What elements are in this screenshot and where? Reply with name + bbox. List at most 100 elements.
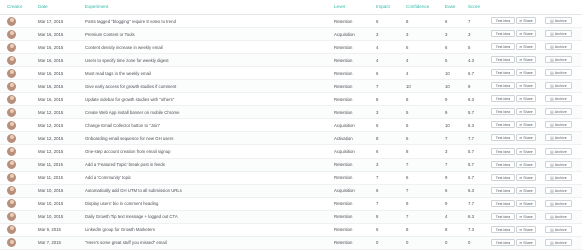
experiment-cell[interactable]: Users to specify time zone for weekly di… — [85, 58, 169, 63]
test-idea-button[interactable]: Test idea — [491, 238, 515, 246]
share-button[interactable]: ➦Share — [516, 238, 536, 246]
table-row[interactable]: Mar 17, 2015 Posts tagged "blogging" requ… — [0, 15, 582, 28]
experiment-cell[interactable]: One-step account creation from email sig… — [85, 149, 171, 154]
archive-button[interactable]: ▤Archive — [545, 56, 572, 64]
share-button[interactable]: ➦Share — [516, 199, 536, 207]
experiment-cell[interactable]: Posts tagged "blogging" require 8 votes … — [85, 19, 176, 24]
table-row[interactable]: Mar 16, 2015 Premium Content or Tools Acqu… — [0, 28, 582, 42]
table-row[interactable]: Mar 12, 2015 One-step account creation fr… — [0, 146, 582, 159]
column-header-lever[interactable]: Lever — [334, 4, 346, 10]
table-row[interactable]: Mar 12, 2015 Create Web App install banne… — [0, 106, 582, 120]
test-idea-button[interactable]: Test idea — [491, 186, 515, 194]
table-row[interactable]: Mar 16, 2015 Users to specify time zone f… — [0, 54, 582, 68]
creator-avatar[interactable] — [7, 186, 16, 196]
share-button[interactable]: ➦Share — [516, 17, 536, 24]
share-button[interactable]: ➦Share — [516, 82, 536, 90]
share-button[interactable]: ➦Share — [516, 95, 536, 103]
share-button[interactable]: ➦Share — [516, 173, 536, 181]
test-idea-button[interactable]: Test idea — [491, 173, 515, 181]
archive-button[interactable]: ▤Archive — [545, 17, 572, 24]
share-button[interactable]: ➦Share — [516, 186, 536, 194]
creator-avatar[interactable] — [7, 42, 16, 52]
table-row[interactable]: Mar 11, 2015 Add a 'Community' topic Reten… — [0, 172, 582, 185]
table-row[interactable]: Mar 12, 2015 Change Email Collector butto… — [0, 119, 582, 133]
table-row[interactable]: Mar 10, 2015 Automatically add GH UTM to … — [0, 184, 582, 198]
column-header-confidence[interactable]: Confidence — [406, 4, 429, 10]
experiment-cell[interactable]: Give early access for growth studies if … — [85, 84, 176, 89]
column-header-creator[interactable]: Creator — [7, 4, 22, 10]
test-idea-button[interactable]: Test idea — [491, 82, 515, 90]
experiment-cell[interactable]: Daily Growth Tip text message + logged o… — [85, 214, 178, 219]
experiment-cell[interactable]: Must read tags in the weekly email — [85, 71, 151, 76]
experiment-cell[interactable]: Change Email Collector button to "Join" — [85, 123, 160, 128]
experiment-cell[interactable]: Add a 'Featured Topic' break post in fee… — [85, 162, 165, 167]
experiment-cell[interactable]: Premium Content or Tools — [85, 32, 135, 37]
share-button[interactable]: ➦Share — [516, 56, 536, 64]
test-idea-button[interactable]: Test idea — [491, 121, 515, 129]
column-header-experiment[interactable]: Experiment — [85, 4, 108, 10]
creator-avatar[interactable] — [7, 238, 16, 248]
table-row[interactable]: Mar 7, 2015 "Here's some great stuff you … — [0, 236, 582, 250]
archive-button[interactable]: ▤Archive — [545, 186, 572, 194]
archive-button[interactable]: ▤Archive — [545, 69, 572, 77]
archive-button[interactable]: ▤Archive — [545, 82, 572, 90]
table-row[interactable]: Mar 16, 2015 Give early access for growth… — [0, 80, 582, 94]
archive-button[interactable]: ▤Archive — [545, 30, 572, 38]
archive-button[interactable]: ▤Archive — [545, 134, 572, 142]
test-idea-button[interactable]: Test idea — [491, 108, 515, 116]
test-idea-button[interactable]: Test idea — [491, 30, 515, 38]
creator-avatar[interactable] — [7, 212, 16, 222]
archive-button[interactable]: ▤Archive — [545, 199, 572, 207]
creator-avatar[interactable] — [7, 160, 16, 170]
test-idea-button[interactable]: Test idea — [491, 17, 515, 24]
creator-avatar[interactable] — [7, 120, 16, 130]
archive-button[interactable]: ▤Archive — [545, 212, 572, 220]
archive-button[interactable]: ▤Archive — [545, 108, 572, 116]
archive-button[interactable]: ▤Archive — [545, 173, 572, 181]
creator-avatar[interactable] — [7, 107, 16, 117]
table-row[interactable]: Mar 16, 2015 Must read tags in the weekly… — [0, 67, 582, 81]
share-button[interactable]: ➦Share — [516, 225, 536, 233]
share-button[interactable]: ➦Share — [516, 147, 536, 155]
test-idea-button[interactable]: Test idea — [491, 225, 515, 233]
archive-button[interactable]: ▤Archive — [545, 147, 572, 155]
share-button[interactable]: ➦Share — [516, 134, 536, 142]
creator-avatar[interactable] — [7, 81, 16, 91]
test-idea-button[interactable]: Test idea — [491, 160, 515, 168]
column-header-date[interactable]: Date — [38, 4, 48, 10]
table-row[interactable]: Mar 12, 2015 Onboarding email sequence fo… — [0, 132, 582, 146]
test-idea-button[interactable]: Test idea — [491, 147, 515, 155]
archive-button[interactable]: ▤Archive — [545, 160, 572, 168]
creator-avatar[interactable] — [7, 147, 16, 156]
table-row[interactable]: Mar 10, 2015 Daily Growth Tip text messag… — [0, 210, 582, 224]
creator-avatar[interactable] — [7, 29, 16, 39]
experiment-cell[interactable]: Create Web App install banner on mobile … — [85, 110, 180, 115]
column-header-ease[interactable]: Ease — [445, 4, 455, 10]
test-idea-button[interactable]: Test idea — [491, 43, 515, 51]
experiment-cell[interactable]: Display users' bio in comment heading — [85, 201, 158, 206]
creator-avatar[interactable] — [7, 55, 16, 65]
experiment-cell[interactable]: Add a 'Community' topic — [85, 175, 131, 180]
creator-avatar[interactable] — [7, 94, 16, 104]
creator-avatar[interactable] — [7, 225, 16, 235]
share-button[interactable]: ➦Share — [516, 43, 536, 51]
test-idea-button[interactable]: Test idea — [491, 56, 515, 64]
share-button[interactable]: ➦Share — [516, 30, 536, 38]
test-idea-button[interactable]: Test idea — [491, 212, 515, 220]
archive-button[interactable]: ▤Archive — [545, 238, 572, 246]
creator-avatar[interactable] — [7, 199, 16, 209]
experiment-cell[interactable]: Automatically add GH UTM to all submissi… — [85, 188, 182, 193]
archive-button[interactable]: ▤Archive — [545, 121, 572, 129]
test-idea-button[interactable]: Test idea — [491, 199, 515, 207]
creator-avatar[interactable] — [7, 173, 16, 183]
archive-button[interactable]: ▤Archive — [545, 95, 572, 103]
experiment-cell[interactable]: LinkedIn group for Growth Marketers — [85, 227, 155, 232]
table-row[interactable]: Mar 10, 2015 Display users' bio in commen… — [0, 198, 582, 211]
archive-button[interactable]: ▤Archive — [545, 43, 572, 51]
experiment-cell[interactable]: Onboarding email sequence for new GH use… — [85, 136, 173, 141]
experiment-cell[interactable]: Content density increase in weekly email — [85, 45, 163, 50]
experiment-cell[interactable]: "Here's some great stuff you missed" ema… — [85, 240, 167, 245]
column-header-score[interactable]: Score — [468, 4, 480, 10]
test-idea-button[interactable]: Test idea — [491, 69, 515, 77]
share-button[interactable]: ➦Share — [516, 160, 536, 168]
